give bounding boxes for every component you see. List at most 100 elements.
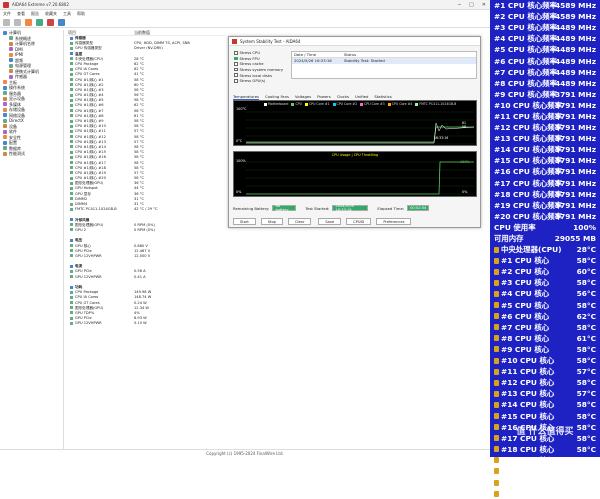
minimize-icon[interactable]: ─ xyxy=(458,2,461,8)
row-field-label: CPU #1/核心 #14 xyxy=(75,144,106,149)
row-field-label: GPU 传感器类型 xyxy=(75,46,102,51)
osd-row: #20 CPU 核心频率 3791 MHz xyxy=(490,211,600,222)
row-field-label: CPU IA Cores xyxy=(75,67,99,72)
tree-node-icon xyxy=(3,91,7,96)
menu-item[interactable]: 文件 xyxy=(3,11,11,17)
osd-row: 图形处理器(GPU) xyxy=(490,477,600,488)
column-value[interactable]: 当前数值 xyxy=(134,30,150,35)
maximize-icon[interactable]: □ xyxy=(469,2,474,8)
table-row[interactable]: GPU 12VHPWR 5.10 W xyxy=(66,321,226,326)
osd-value: 60°C xyxy=(576,267,596,277)
stress-option[interactable]: Stress system memory xyxy=(231,67,283,73)
legend-label: CPU Core #2 xyxy=(336,102,358,106)
osd-row: CPU 使用率 100% xyxy=(490,222,600,233)
row-field-label: GPU 2 xyxy=(75,227,87,232)
row-field-label: DIMM2 xyxy=(75,196,88,201)
forward-icon[interactable] xyxy=(14,19,21,26)
osd-label: #6 CPU 核心 xyxy=(501,311,550,321)
legend-entry[interactable]: CPU Core #1 xyxy=(304,102,330,106)
sensor-icon xyxy=(70,301,73,305)
menu-item[interactable]: 查看 xyxy=(17,11,25,17)
legend-label: Motherboard xyxy=(268,102,289,106)
save-button[interactable]: Save xyxy=(318,218,342,225)
app-icon xyxy=(3,1,9,8)
osd-row: #10 CPU 核心频率 3791 MHz xyxy=(490,100,600,111)
menu-item[interactable]: 报告 xyxy=(31,11,39,17)
stop-button[interactable]: Stop xyxy=(260,218,283,225)
legend-checkbox[interactable] xyxy=(360,102,364,106)
row-field-label: GPU 12VHPWR xyxy=(75,253,102,258)
temperature-icon xyxy=(494,346,499,353)
osd-label: #5 CPU 核心频率 xyxy=(494,45,557,55)
legend-checkbox[interactable] xyxy=(332,102,336,106)
osd-row: #2 CPU 核心频率 4589 MHz xyxy=(490,11,600,22)
osd-row: #5 CPU 核心频率 4489 MHz xyxy=(490,44,600,55)
legend-entry[interactable]: CPU Core #3 xyxy=(360,102,385,106)
legend-checkbox[interactable] xyxy=(291,102,295,106)
temperature-icon xyxy=(494,490,499,497)
checkbox[interactable] xyxy=(234,56,238,61)
checkbox[interactable] xyxy=(234,62,238,66)
osd-label: #10 CPU 核心频率 xyxy=(494,100,563,110)
legend-checkbox[interactable] xyxy=(387,102,391,106)
osd-row: #6 CPU 核心频率 4489 MHz xyxy=(490,55,600,66)
stress-options: Stress CPU Stress FPU Stress cache Stress s… xyxy=(231,50,283,84)
row-field-label: CPU GT Cores xyxy=(75,300,100,305)
tree-item[interactable]: 性能测试 xyxy=(0,151,63,157)
legend-entry[interactable]: CPU xyxy=(291,102,302,106)
start-button[interactable]: Start xyxy=(233,218,256,225)
stress-option[interactable]: Stress GPU(s) xyxy=(231,78,283,84)
back-icon[interactable] xyxy=(3,19,10,26)
row-field-label: 温度 xyxy=(75,51,83,56)
preferences-button[interactable]: Preferences xyxy=(376,218,412,225)
log-header-date: Date / Time xyxy=(294,52,317,57)
osd-row: #17 CPU 核心频率 3791 MHz xyxy=(490,178,600,189)
window-title: AIDA64 Extreme v7.20.6802 xyxy=(12,2,69,7)
temperature-icon xyxy=(494,468,499,475)
legend-checkbox[interactable] xyxy=(264,102,267,106)
legend-label: FMTC PC411-1024GB-B xyxy=(419,102,457,106)
sensor-icon xyxy=(70,67,73,71)
osd-label: #3 CPU 核心 xyxy=(501,278,550,288)
legend-checkbox[interactable] xyxy=(304,102,308,106)
legend-entry[interactable]: FMTC PC411-1024GB-B xyxy=(415,102,456,106)
sensor-icon xyxy=(70,62,73,66)
temperature-icon xyxy=(494,313,499,320)
refresh-icon[interactable] xyxy=(25,19,32,26)
osd-value: 3791 MHz xyxy=(555,111,596,121)
tree-node-icon xyxy=(3,146,7,151)
tree-node-icon xyxy=(9,58,13,63)
legend-entry[interactable]: CPU Core #2 xyxy=(332,102,358,106)
tree-node-icon xyxy=(3,30,7,35)
clear-button[interactable]: Clear xyxy=(287,218,312,225)
checkbox[interactable] xyxy=(234,73,238,77)
temperature-icon xyxy=(494,324,499,331)
legend-entry[interactable]: CPU Core #4 xyxy=(387,102,412,106)
legend-label: CPU xyxy=(295,102,302,106)
sensor-icon xyxy=(70,150,73,154)
osd-value: 58°C xyxy=(576,400,596,410)
benchmark-icon[interactable] xyxy=(58,19,65,26)
menu-item[interactable]: 收藏夹 xyxy=(45,11,57,17)
checkbox[interactable] xyxy=(234,79,238,83)
checkbox[interactable] xyxy=(234,67,238,72)
row-field-label: CPU #1/核心 #7 xyxy=(75,108,104,113)
row-field-label: CPU #1/核心 #17 xyxy=(75,160,106,165)
close-icon[interactable]: ✕ xyxy=(482,2,486,8)
column-field[interactable]: 项目 xyxy=(66,30,134,35)
osd-value: 58°C xyxy=(576,322,596,332)
tree-item-label: 性能测试 xyxy=(9,151,25,156)
legend-checkbox[interactable] xyxy=(415,102,419,106)
menu-item[interactable]: 帮助 xyxy=(77,11,85,17)
row-field-label: CPU #1/核心 #20 xyxy=(75,176,106,181)
sensor-icon xyxy=(70,238,73,242)
report-icon[interactable] xyxy=(36,19,43,26)
stability-test-icon[interactable] xyxy=(47,19,54,26)
legend-entry[interactable]: Motherboard xyxy=(264,102,288,106)
cpuid-button[interactable]: CPUID xyxy=(346,218,372,225)
osd-label: #18 CPU 核心频率 xyxy=(494,189,563,199)
cpu-usage-plot xyxy=(246,161,474,195)
menu-item[interactable]: 工具 xyxy=(63,11,71,17)
checkbox[interactable] xyxy=(234,51,238,55)
sensor-icon xyxy=(70,311,73,315)
